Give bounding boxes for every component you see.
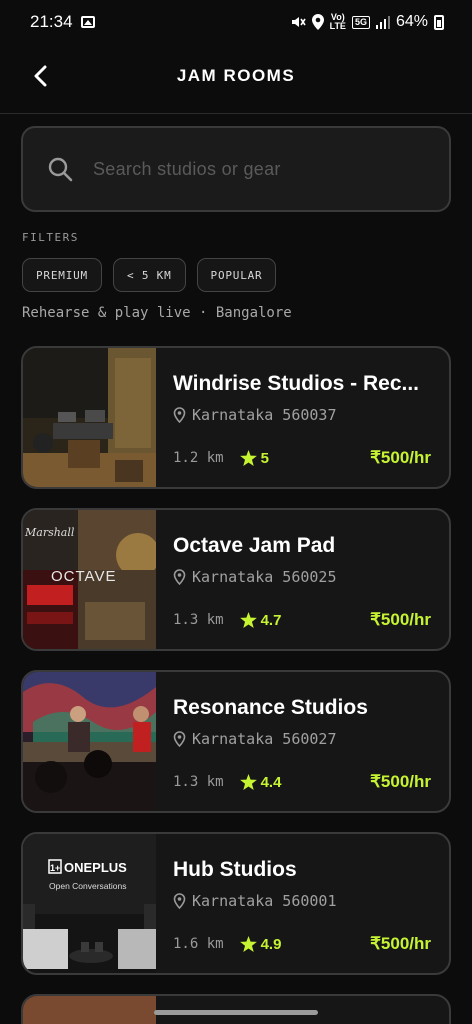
studio-thumbnail: Marshall OCTAVE	[23, 510, 156, 649]
location-icon	[311, 14, 324, 30]
thumbnail-overlay-text: OCTAVE	[51, 568, 116, 585]
studio-card-partial[interactable]	[21, 994, 451, 1024]
studio-thumbnail	[23, 672, 156, 811]
thumbnail-overlay-subtext: Open Conversations	[49, 881, 127, 891]
studio-location-text: Karnataka 560027	[192, 730, 337, 748]
location-pin-icon	[173, 407, 186, 423]
star-icon	[239, 774, 257, 790]
search-icon	[45, 154, 75, 184]
studio-distance: 1.3 km	[173, 774, 224, 790]
studio-thumbnail: 1+ ONEPLUS Open Conversations	[23, 834, 156, 973]
studio-price: ₹500/hr	[370, 934, 431, 953]
filter-chips: PREMIUM < 5 KM POPULAR	[22, 258, 277, 292]
studio-card[interactable]: Marshall OCTAVE Octave Jam Pad Karnataka…	[21, 508, 451, 651]
location-pin-icon	[173, 893, 186, 909]
app-header: JAM ROOMS	[0, 44, 472, 114]
studio-thumbnail	[23, 996, 156, 1024]
filter-chip-distance[interactable]: < 5 KM	[112, 258, 186, 292]
studio-location-text: Karnataka 560001	[192, 892, 337, 910]
search-input[interactable]: Search studios or gear	[21, 126, 451, 212]
gallery-notification-icon	[80, 16, 95, 28]
studio-location: Karnataka 560037	[173, 406, 337, 424]
studio-price: ₹500/hr	[370, 772, 431, 791]
location-pin-icon	[173, 569, 186, 585]
thumbnail-brand-text: Marshall	[24, 526, 75, 539]
studio-location-text: Karnataka 560037	[192, 406, 337, 424]
filter-chip-premium[interactable]: PREMIUM	[22, 258, 102, 292]
thumbnail-logo-mark: 1+	[50, 863, 60, 873]
status-time: 21:34	[30, 12, 73, 31]
studio-location: Karnataka 560027	[173, 730, 337, 748]
star-icon	[239, 936, 257, 952]
star-icon	[239, 612, 257, 628]
studio-price: ₹500/hr	[370, 448, 431, 467]
studio-name: Resonance Studios	[173, 696, 368, 719]
filters-label: FILTERS	[22, 231, 79, 244]
battery-icon	[434, 14, 444, 30]
studio-location: Karnataka 560025	[173, 568, 337, 586]
volte-indicator: Vo) LTE	[329, 12, 346, 31]
status-bar: 21:34 Vo) LTE 5G 64%	[0, 0, 472, 44]
signal-icon	[375, 16, 390, 29]
studio-distance: 1.6 km	[173, 936, 224, 952]
star-icon	[239, 450, 257, 466]
studio-card[interactable]: 1+ ONEPLUS Open Conversations Hub Studio…	[21, 832, 451, 975]
mute-icon	[291, 17, 306, 27]
studio-rating: 4.4	[239, 774, 281, 791]
thumbnail-overlay-text: ONEPLUS	[64, 860, 127, 875]
studio-distance: 1.3 km	[173, 612, 224, 628]
studio-name: Windrise Studios - Rec...	[173, 372, 420, 395]
studio-name: Octave Jam Pad	[173, 534, 336, 557]
studio-rating: 4.9	[239, 936, 281, 953]
location-pin-icon	[173, 731, 186, 747]
page-title: JAM ROOMS	[176, 66, 296, 85]
list-subtitle: Rehearse & play live · Bangalore	[22, 305, 292, 321]
studio-name: Hub Studios	[173, 858, 297, 881]
studio-price: ₹500/hr	[370, 610, 431, 629]
studio-location: Karnataka 560001	[173, 892, 337, 910]
studio-distance: 1.2 km	[173, 450, 224, 466]
studio-thumbnail	[23, 348, 156, 487]
studio-location-text: Karnataka 560025	[192, 568, 337, 586]
home-indicator[interactable]	[154, 1010, 318, 1015]
studio-card[interactable]: Resonance Studios Karnataka 560027 1.3 k…	[21, 670, 451, 813]
search-placeholder: Search studios or gear	[93, 158, 281, 179]
studio-rating: 4.7	[239, 612, 281, 629]
studio-rating: 5	[239, 450, 269, 467]
network-5g-indicator: 5G	[351, 15, 370, 29]
filter-chip-popular[interactable]: POPULAR	[196, 258, 277, 292]
studio-card[interactable]: Windrise Studios - Rec... Karnataka 5600…	[21, 346, 451, 489]
battery-percent: 64%	[395, 13, 428, 30]
